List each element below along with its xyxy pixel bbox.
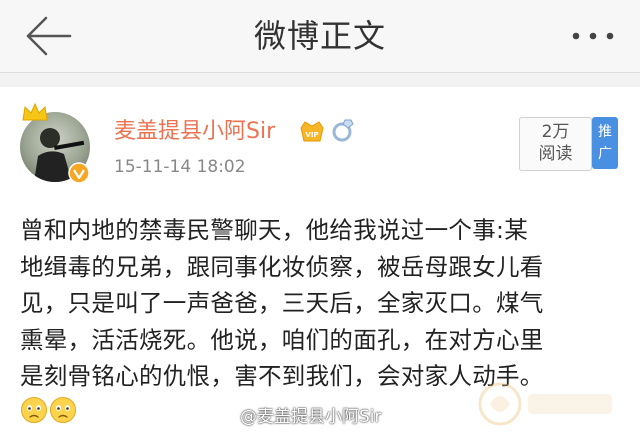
top-navigation-bar: 微博正文 — [0, 0, 640, 73]
header-divider — [0, 73, 640, 87]
crown-icon — [22, 102, 48, 121]
promote-label-2: 广 — [598, 146, 612, 162]
page-title: 微博正文 — [253, 17, 386, 55]
post-text-line: 曾和内地的禁毒民警聊天，他给我说过一个事:某 — [20, 216, 529, 244]
post-text-line: 见，只是叫了一声爸爸，三天后，全家灭口。煤气 — [20, 289, 544, 317]
svg-text:VIP: VIP — [305, 131, 318, 139]
post-text-line: 地缉毒的兄弟，跟同事化妆侦察，被岳母跟女儿看 — [20, 252, 544, 281]
sad-face-icon — [50, 397, 76, 423]
site-logo-watermark — [478, 382, 612, 426]
read-count-box: 2万 阅读 — [519, 117, 592, 171]
post-timestamp: 15-11-14 18:02 — [114, 157, 246, 177]
sad-face-icon — [21, 397, 47, 423]
more-button[interactable] — [568, 26, 618, 46]
promote-label-1: 推 — [598, 124, 612, 140]
read-count: 2万 — [541, 122, 570, 142]
read-label: 阅读 — [538, 144, 573, 164]
verified-v-icon — [68, 162, 90, 184]
post-text: 曾和内地的禁毒民警聊天，他给我说过一个事:某 地缉毒的兄弟，跟同事化妆侦察，被岳… — [20, 212, 620, 395]
ring-badge-icon[interactable] — [330, 117, 356, 143]
more-dots-icon — [572, 32, 614, 40]
author-name[interactable]: 麦盖提县小阿Sir — [114, 118, 275, 146]
post-text-line: 熏晕，活活烧死。他说，咱们的面孔，在对方心里 — [20, 325, 544, 354]
promote-button[interactable]: 推 广 — [592, 117, 618, 169]
author-avatar-group[interactable] — [20, 102, 96, 186]
watermark: @麦盖提县小阿Sir — [240, 407, 382, 427]
vip-crown-icon[interactable]: VIP — [298, 119, 326, 145]
